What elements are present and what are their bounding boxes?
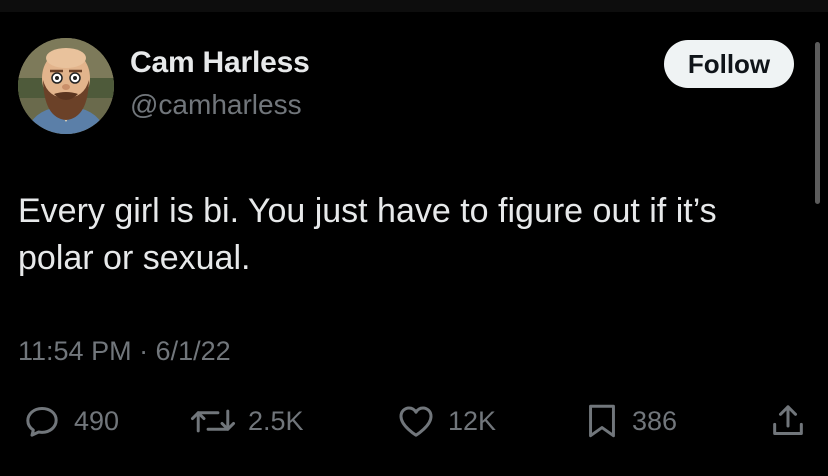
tweet-text: Every girl is bi. You just have to figur… <box>18 188 788 282</box>
heart-icon <box>399 406 433 437</box>
user-handle[interactable]: @camharless <box>130 89 302 121</box>
share-button[interactable] <box>768 398 808 444</box>
bookmark-icon <box>589 404 615 438</box>
bearded-man-avatar-icon <box>18 38 114 134</box>
retweet-count: 2.5K <box>248 405 304 436</box>
tweet-timestamp[interactable]: 11:54 PM · 6/1/22 <box>18 336 231 367</box>
follow-button[interactable]: Follow <box>664 40 794 88</box>
tweet-text-line: Every girl is bi. You just have to figur… <box>18 192 717 230</box>
scrollbar[interactable] <box>815 42 820 204</box>
reply-count: 490 <box>74 405 120 436</box>
top-strip <box>0 0 828 12</box>
retweet-icon <box>190 409 236 433</box>
reply-icon <box>26 407 58 437</box>
like-button[interactable]: 12K <box>396 398 496 444</box>
tweet-text-line: polar or sexual. <box>18 239 251 277</box>
avatar[interactable] <box>18 38 114 134</box>
share-icon <box>773 405 803 435</box>
tweet-screen: Cam Harless @camharless Follow Every gir… <box>0 0 828 476</box>
retweet-button[interactable]: 2.5K <box>190 398 304 444</box>
like-count: 12K <box>448 405 497 436</box>
bookmark-count: 386 <box>632 405 678 436</box>
display-name[interactable]: Cam Harless <box>130 46 310 80</box>
reply-button[interactable]: 490 <box>22 398 119 444</box>
bookmark-button[interactable]: 386 <box>584 398 677 444</box>
